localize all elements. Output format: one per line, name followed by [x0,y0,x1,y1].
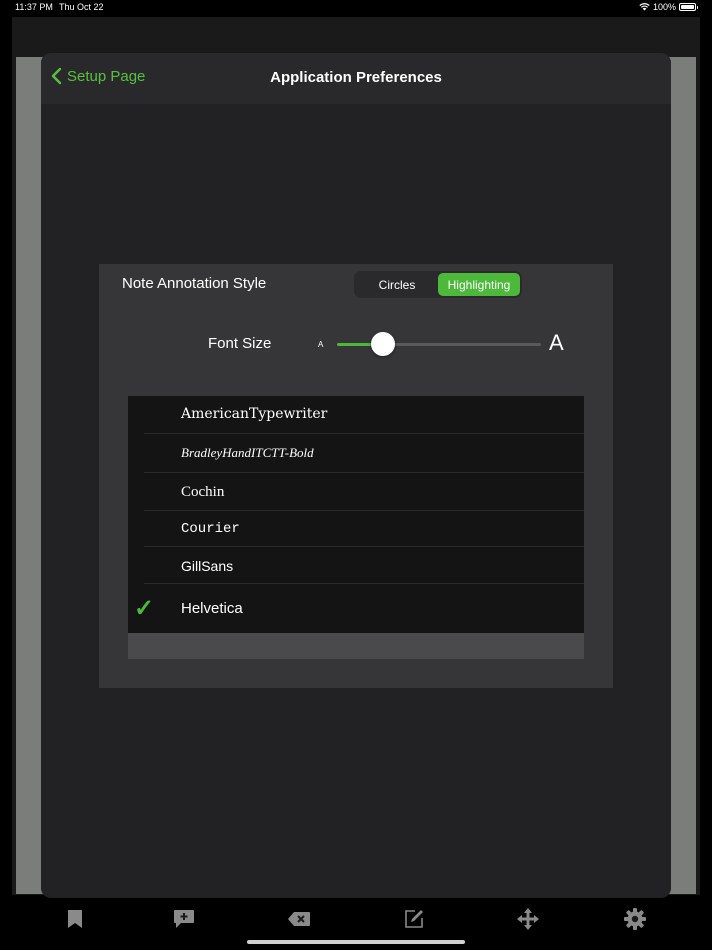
list-footer [128,633,584,659]
status-right: 100% [639,2,698,12]
font-name: BradleyHandITCTT-Bold [181,445,314,460]
modal-header: Setup Page Application Preferences [41,53,671,104]
battery-percent: 100% [652,2,676,12]
bottom-toolbar [0,898,712,940]
segment-highlighting[interactable]: Highlighting [438,273,520,296]
delete-icon[interactable] [286,906,312,932]
font-name: Courier [181,521,240,537]
home-indicator [247,940,465,944]
font-name: Cochin [181,484,225,500]
add-comment-icon[interactable] [171,906,197,932]
font-row[interactable]: BradleyHandITCTT-Bold [128,434,584,473]
bookmark-icon[interactable] [62,906,88,932]
font-name: GillSans [181,558,234,574]
gear-icon[interactable] [622,906,648,932]
status-time: 11:37 PM [15,2,53,12]
small-font-icon: A [318,340,324,349]
large-font-icon: A [549,330,564,355]
checkmark-icon: ✓ [134,595,155,622]
font-row[interactable]: Courier [128,511,584,547]
status-bar: 11:37 PM Thu Oct 22 100% [0,0,712,16]
font-row[interactable]: GillSans [128,547,584,584]
annotation-style-control: Circles Highlighting [354,271,522,298]
font-size-slider[interactable] [337,332,541,356]
edit-icon[interactable] [401,906,427,932]
page-title: Application Preferences [270,69,442,86]
font-size-label: Font Size [208,335,272,352]
status-date: Thu Oct 22 [59,2,104,12]
segment-circles[interactable]: Circles [356,273,438,296]
font-list: AmericanTypewriter BradleyHandITCTT-Bold… [128,396,584,633]
preferences-panel: Note Annotation Style Circles Highlighti… [99,264,613,688]
font-row[interactable]: Cochin [128,473,584,511]
annotation-style-label: Note Annotation Style [122,275,267,292]
slider-thumb[interactable] [371,332,396,356]
font-name: Helvetica [181,600,243,617]
font-row[interactable]: AmericanTypewriter [128,396,584,434]
move-icon[interactable] [515,906,541,932]
wifi-icon [639,3,650,11]
preferences-modal: Setup Page Application Preferences Note … [41,53,671,898]
font-row-selected[interactable]: ✓ Helvetica [128,584,584,633]
font-name: AmericanTypewriter [181,406,328,422]
battery-icon [679,3,698,11]
